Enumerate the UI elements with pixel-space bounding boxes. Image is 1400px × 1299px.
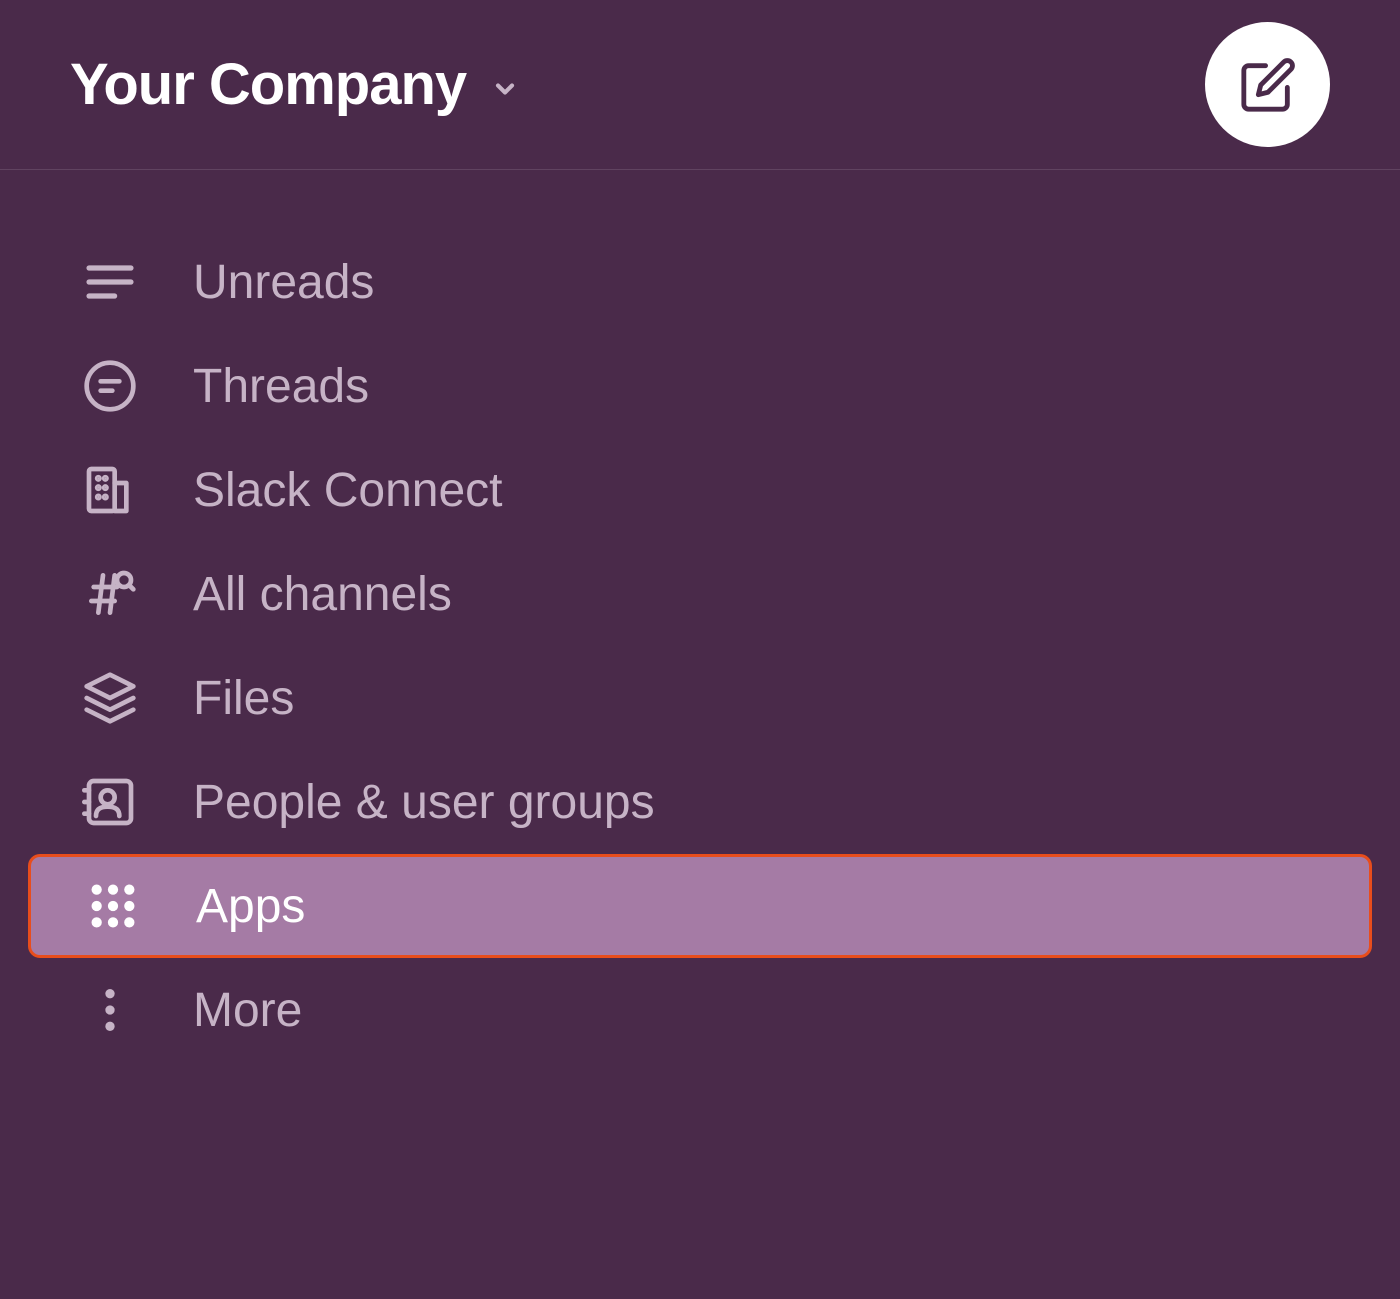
sidebar-item-all-channels[interactable]: All channels <box>0 542 1400 646</box>
sidebar-item-more[interactable]: More <box>0 958 1400 1062</box>
sidebar-item-files[interactable]: Files <box>0 646 1400 750</box>
more-vertical-icon <box>82 982 138 1038</box>
chevron-down-icon <box>491 75 519 103</box>
sidebar-item-label: Slack Connect <box>193 463 503 518</box>
compose-icon <box>1239 56 1297 114</box>
unreads-icon <box>82 254 138 310</box>
sidebar-header: Your Company <box>0 0 1400 170</box>
sidebar-item-label: Threads <box>193 359 369 414</box>
compose-button[interactable] <box>1205 22 1330 147</box>
hash-search-icon <box>82 566 138 622</box>
apps-grid-icon <box>85 878 141 934</box>
sidebar-item-unreads[interactable]: Unreads <box>0 230 1400 334</box>
sidebar-item-label: More <box>193 983 302 1038</box>
workspace-switcher[interactable]: Your Company <box>70 51 519 118</box>
sidebar-item-label: People & user groups <box>193 775 655 830</box>
sidebar-item-label: All channels <box>193 567 452 622</box>
building-icon <box>82 462 138 518</box>
files-icon <box>82 670 138 726</box>
sidebar-item-label: Apps <box>196 879 305 934</box>
sidebar-item-people[interactable]: People & user groups <box>0 750 1400 854</box>
workspace-name-label: Your Company <box>70 51 466 118</box>
sidebar-item-apps[interactable]: Apps <box>28 854 1372 958</box>
people-icon <box>82 774 138 830</box>
sidebar-nav: Unreads Threads Slack Connect <box>0 170 1400 1062</box>
threads-icon <box>82 358 138 414</box>
sidebar-item-slack-connect[interactable]: Slack Connect <box>0 438 1400 542</box>
sidebar-item-label: Unreads <box>193 255 374 310</box>
sidebar-item-threads[interactable]: Threads <box>0 334 1400 438</box>
sidebar-item-label: Files <box>193 671 294 726</box>
